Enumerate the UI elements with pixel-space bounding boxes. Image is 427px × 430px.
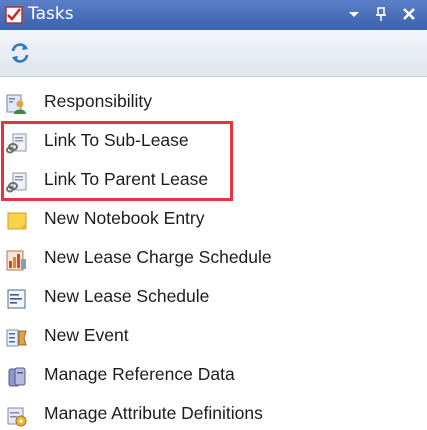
task-link-to-parent-lease[interactable]: Link To Parent Lease: [0, 166, 300, 196]
task-link-to-sub-lease[interactable]: Link To Sub-Lease: [0, 127, 300, 157]
event-icon: [6, 329, 27, 347]
task-label: Link To Sub-Lease: [44, 130, 189, 150]
tasks-app-icon: [5, 6, 23, 24]
charge-schedule-icon: [6, 250, 26, 271]
link-lease-icon: [6, 133, 27, 154]
task-label: Link To Parent Lease: [44, 169, 209, 189]
task-label: New Notebook Entry: [44, 208, 205, 228]
task-label: Manage Reference Data: [44, 364, 235, 384]
task-new-event[interactable]: New Event: [0, 322, 300, 352]
reference-data-icon: [8, 367, 26, 387]
task-label: New Lease Schedule: [44, 286, 210, 306]
task-manage-reference-data[interactable]: Manage Reference Data: [0, 361, 300, 391]
refresh-icon[interactable]: [9, 42, 31, 64]
task-responsibility[interactable]: Responsibility: [0, 88, 300, 118]
task-label: Responsibility: [44, 91, 152, 111]
dropdown-icon[interactable]: [345, 5, 363, 23]
notebook-icon: [7, 212, 27, 230]
task-new-lease-schedule[interactable]: New Lease Schedule: [0, 283, 300, 313]
pin-icon[interactable]: [372, 5, 390, 23]
link-lease-icon: [6, 172, 27, 193]
window-title: Tasks: [28, 4, 74, 24]
task-label: Manage Attribute Definitions: [44, 403, 263, 423]
task-new-lease-charge-schedule[interactable]: New Lease Charge Schedule: [0, 244, 300, 274]
task-manage-attribute-definitions[interactable]: Manage Attribute Definitions: [0, 400, 300, 430]
task-new-notebook-entry[interactable]: New Notebook Entry: [0, 205, 300, 235]
schedule-icon: [7, 289, 26, 309]
close-icon[interactable]: [400, 5, 418, 23]
task-label: New Lease Charge Schedule: [44, 247, 272, 267]
toolbar: [0, 30, 427, 77]
responsibility-icon: [6, 94, 26, 114]
task-label: New Event: [44, 325, 129, 345]
attribute-definitions-icon: [7, 407, 27, 427]
title-bar: Tasks: [0, 0, 427, 30]
